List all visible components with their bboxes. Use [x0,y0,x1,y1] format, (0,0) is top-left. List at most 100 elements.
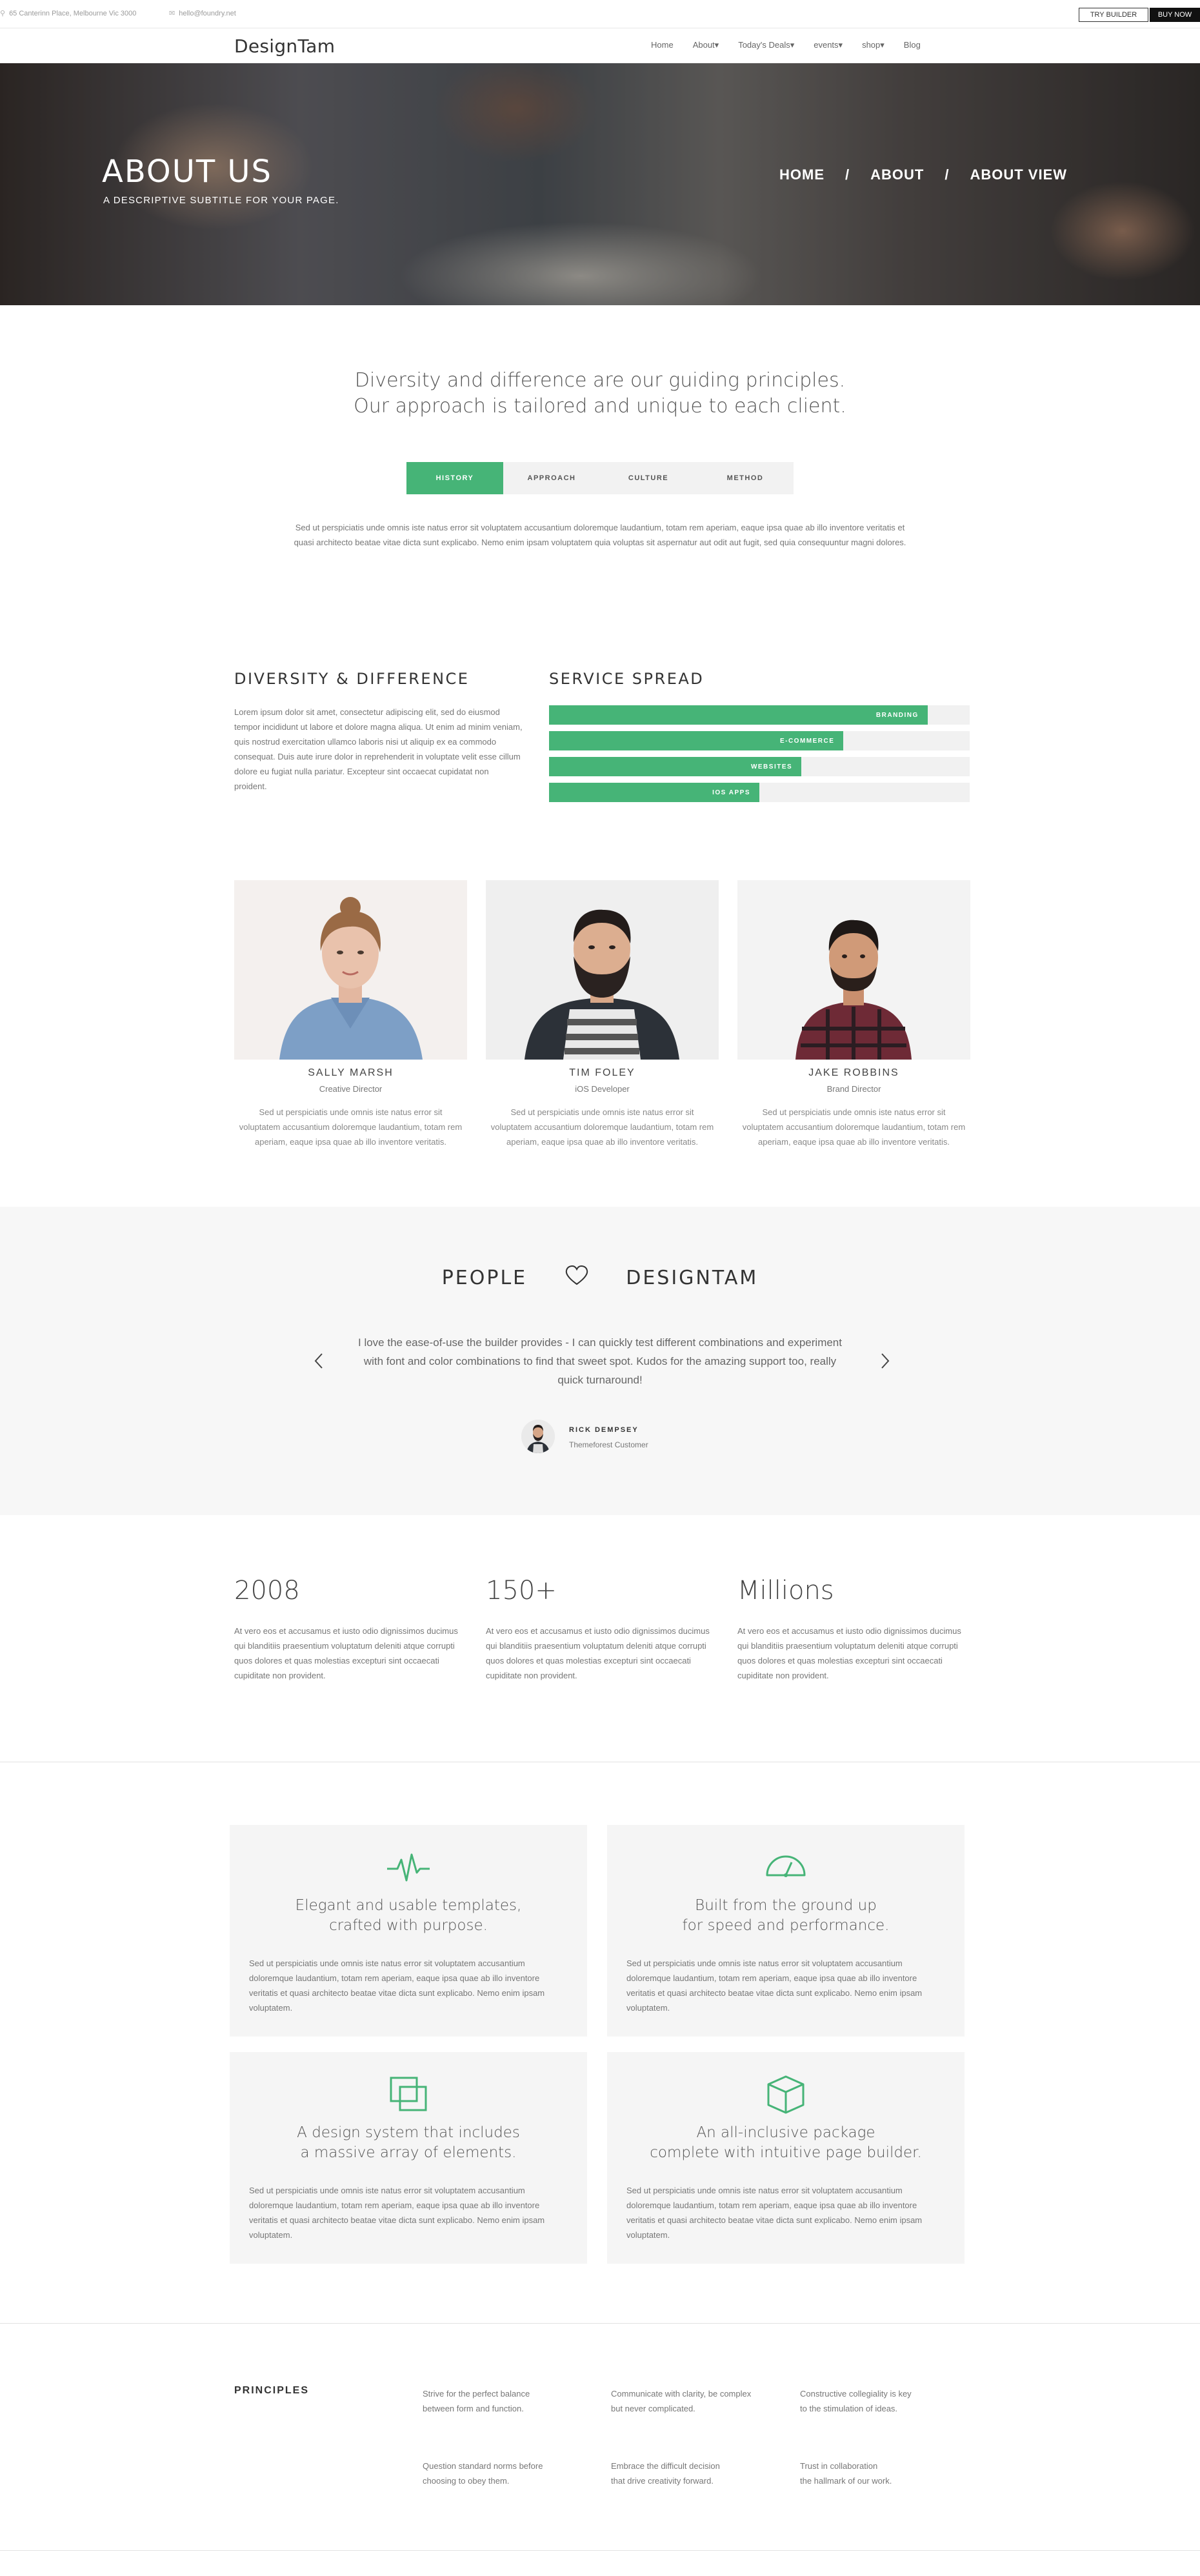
hero-banner: ABOUT US A DESCRIPTIVE SUBTITLE FOR YOUR… [0,63,1200,305]
feature-card: Elegant and usable templates, crafted wit… [230,1825,587,2037]
heading-word-left: PEOPLE [441,1266,528,1289]
stat-block: 2008 At vero eos et accusamus et iusto o… [234,1576,466,1683]
buy-now-button[interactable]: BUY NOW [1150,8,1200,22]
principle-line: Constructive collegiality is key [800,2389,912,2399]
principle-line: Embrace the difficult decision [611,2461,720,2471]
skill-bar: BRANDING [549,705,970,725]
team-member-card: JAKE ROBBINS Brand Director Sed ut persp… [737,880,970,1149]
feature-title: Built from the ground up for speed and pe… [607,1896,965,1936]
stat-text: At vero eos et accusamus et iusto odio d… [737,1626,961,1680]
member-bio: Sed ut perspiciatis unde omnis iste natu… [239,1107,463,1147]
breadcrumb-about-view: ABOUT VIEW [970,166,1068,183]
breadcrumb-home[interactable]: HOME [779,166,825,183]
breadcrumb-separator: / [845,166,850,183]
intro-line-2: Our approach is tailored and unique to e… [354,395,846,418]
address-text: 65 Canterinn Place, Melbourne Vic 3000 [9,9,137,17]
feature-title-line: A design system that includes [297,2124,520,2141]
team-photo [486,880,719,1060]
diversity-text: Lorem ipsum dolor sit amet, consectetur … [234,707,523,791]
mail-icon: ✉ [169,10,175,17]
nav-blog[interactable]: Blog [904,40,921,50]
feature-card: Built from the ground up for speed and pe… [607,1825,965,2037]
team-member-card: SALLY MARSH Creative Director Sed ut per… [234,880,467,1149]
customer-role: Themeforest Customer [569,1440,648,1449]
nav-todays-deals[interactable]: Today's Deals▾ [738,40,794,50]
nav-home[interactable]: Home [651,40,674,50]
principle-line: choosing to obey them. [423,2476,510,2486]
tab-bar: HISTORY APPROACH CULTURE METHOD [406,462,794,494]
breadcrumb: HOME / ABOUT / ABOUT VIEW [779,166,1067,183]
customer-name: RICK DEMPSEY [569,1426,639,1434]
box-icon [607,2075,965,2114]
principles-heading: PRINCIPLES [234,2385,310,2396]
team-photo [737,880,970,1060]
skill-bar-fill: WEBSITES [549,757,802,776]
email-info[interactable]: ✉ hello@foundry.net [169,9,236,18]
skill-bar-label: WEBSITES [750,763,793,770]
member-name: TIM FOLEY [569,1067,635,1078]
tab-content: Sed ut perspiciatis unde omnis iste natu… [294,523,906,547]
heading-word-right: DESIGNTAM [626,1266,759,1289]
feature-card: A design system that includes a massive a… [230,2052,587,2264]
feature-title-line: Elegant and usable templates, [295,1897,522,1914]
member-name: SALLY MARSH [308,1067,394,1078]
principle-line: Trust in collaboration [800,2461,878,2471]
feature-title: A design system that includes a massive a… [230,2123,587,2163]
chevron-right-icon[interactable] [879,1351,892,1371]
feature-text: Sed ut perspiciatis unde omnis iste natu… [626,2186,923,2240]
chevron-left-icon[interactable] [312,1351,325,1371]
breadcrumb-separator: / [945,166,950,183]
pulse-icon [230,1848,587,1887]
skill-bar-fill: BRANDING [549,705,928,725]
site-logo[interactable]: DesignTam [234,35,335,57]
principle-line: but never complicated. [611,2404,695,2413]
breadcrumb-about[interactable]: ABOUT [870,166,924,183]
skill-bar-label: E-COMMERCE [779,737,835,745]
skill-bar-fill: E-COMMERCE [549,731,844,750]
tab-method[interactable]: METHOD [697,462,794,494]
testimonial-section: PEOPLE DESIGNTAM I love the ease-of-use … [0,1207,1200,1515]
feature-title: Elegant and usable templates, crafted wit… [230,1896,587,1936]
feature-title-line: complete with intuitive page builder. [650,2144,922,2161]
intro-heading: Diversity and difference are our guiding… [0,368,1200,419]
main-nav: Home About▾ Today's Deals▾ events▾ shop▾… [651,40,921,50]
skill-bar-label: IOS APPS [712,789,750,796]
feature-title-line: for speed and performance. [682,1917,890,1934]
heart-icon [565,1265,588,1291]
member-name: JAKE ROBBINS [808,1067,899,1078]
intro-line-1: Diversity and difference are our guiding… [354,369,846,392]
principle-item: Communicate with clarity, be complex but … [611,2386,753,2416]
principle-line: the hallmark of our work. [800,2476,892,2486]
principle-item: Constructive collegiality is key to the s… [800,2386,942,2416]
speedometer-icon [607,1848,965,1887]
principle-line: Communicate with clarity, be complex [611,2389,752,2399]
stat-block: 150+ At vero eos et accusamus et iusto o… [486,1576,718,1683]
testimonial-quote: I love the ease-of-use the builder provi… [358,1336,842,1386]
man-portrait-image [486,880,719,1060]
feature-text: Sed ut perspiciatis unde omnis iste natu… [249,2186,545,2240]
service-heading: SERVICE SPREAD [549,670,705,688]
feature-text: Sed ut perspiciatis unde omnis iste natu… [249,1958,545,2013]
nav-events[interactable]: events▾ [814,40,843,50]
layers-icon [230,2075,587,2114]
skill-bar: E-COMMERCE [549,731,970,750]
tab-culture[interactable]: CULTURE [600,462,697,494]
nav-about[interactable]: About▾ [693,40,719,50]
stat-value: 2008 [234,1576,300,1605]
page-subtitle: A DESCRIPTIVE SUBTITLE FOR YOUR PAGE. [103,195,339,206]
tab-history[interactable]: HISTORY [406,462,503,494]
principle-line: Question standard norms before [423,2461,543,2471]
section-divider [0,2323,1200,2324]
nav-shop[interactable]: shop▾ [862,40,885,50]
principle-item: Embrace the difficult decision that drive… [611,2459,753,2488]
tab-approach[interactable]: APPROACH [503,462,600,494]
feature-title-line: An all-inclusive package [696,2124,875,2141]
skill-bar: WEBSITES [549,757,970,776]
site-header: DesignTam Home About▾ Today's Deals▾ eve… [0,28,1200,63]
email-text[interactable]: hello@foundry.net [179,10,236,17]
team-photo [234,880,467,1060]
try-builder-button[interactable]: TRY BUILDER [1079,8,1148,22]
stat-value: Millions [737,1576,834,1605]
team-member-card: TIM FOLEY iOS Developer Sed ut perspicia… [486,880,719,1149]
feature-card: An all-inclusive package complete with in… [607,2052,965,2264]
